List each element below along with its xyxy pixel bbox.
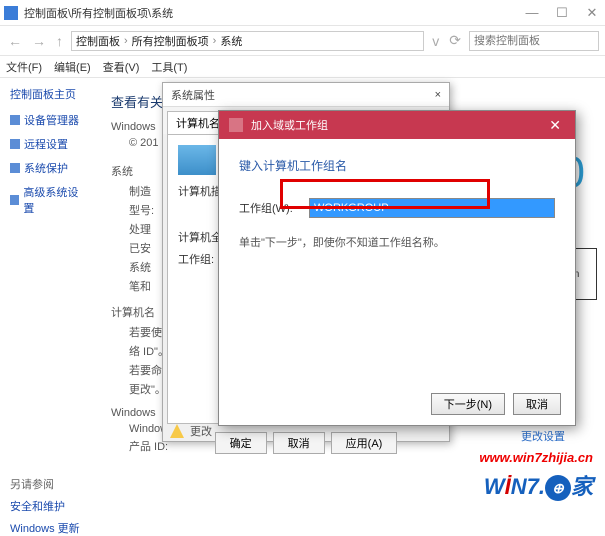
join-dialog-title: 加入域或工作组 <box>251 117 328 133</box>
logo-badge-icon: ⊕ <box>545 475 571 501</box>
dialog-titlebar: 系统属性 × <box>163 83 449 107</box>
sidebar: 控制面板主页 设备管理器 远程设置 系统保护 高级系统设置 另请参阅 安全和维护… <box>0 78 95 508</box>
up-button[interactable]: ↑ <box>54 33 65 49</box>
window-title: 控制面板\所有控制面板项\系统 <box>24 5 523 21</box>
also-security[interactable]: 安全和维护 <box>10 498 85 514</box>
join-dialog-heading: 键入计算机工作组名 <box>239 157 555 174</box>
watermark-url: www.win7zhijia.cn <box>479 450 593 465</box>
sidebar-item-label: 设备管理器 <box>24 112 79 128</box>
sidebar-item-label: 高级系统设置 <box>23 184 85 216</box>
app-icon <box>4 6 18 20</box>
sidebar-item-label: 远程设置 <box>24 136 68 152</box>
join-dialog-hint: 单击"下一步"，即使你不知道工作组名称。 <box>239 234 555 250</box>
sidebar-item-label: 系统保护 <box>24 160 68 176</box>
menu-edit[interactable]: 编辑(E) <box>54 59 91 75</box>
join-dialog-close-button[interactable]: ✕ <box>545 117 565 134</box>
breadcrumb-item[interactable]: 所有控制面板项 <box>132 33 209 49</box>
change-settings-link[interactable]: 更改设置 <box>521 428 565 444</box>
menu-view[interactable]: 查看(V) <box>103 59 140 75</box>
join-dialog-buttons: 下一步(N) 取消 <box>431 393 561 415</box>
ok-button[interactable]: 确定 <box>215 432 267 454</box>
join-dialog-titlebar: 加入域或工作组 ✕ <box>219 111 575 139</box>
window-titlebar: 控制面板\所有控制面板项\系统 — ☐ ✕ <box>0 0 605 26</box>
computer-icon <box>178 145 216 175</box>
close-button[interactable]: ✕ <box>583 5 601 21</box>
menubar: 文件(F) 编辑(E) 查看(V) 工具(T) <box>0 56 605 78</box>
maximize-button[interactable]: ☐ <box>553 5 571 21</box>
cancel-button[interactable]: 取消 <box>513 393 561 415</box>
breadcrumb-item[interactable]: 控制面板 <box>76 33 120 49</box>
navbar: ← → ↑ 控制面板› 所有控制面板项› 系统 v ⟳ <box>0 26 605 56</box>
breadcrumb-item[interactable]: 系统 <box>220 33 242 49</box>
forward-button[interactable]: → <box>30 33 48 49</box>
menu-file[interactable]: 文件(F) <box>6 59 42 75</box>
warning-row: 更改 <box>170 423 212 439</box>
cancel-button[interactable]: 取消 <box>273 432 325 454</box>
dialog-title: 系统属性 <box>171 87 215 103</box>
workgroup-input[interactable] <box>309 198 555 218</box>
apply-button[interactable]: 应用(A) <box>331 432 398 454</box>
warning-text: 更改 <box>190 423 212 439</box>
breadcrumb[interactable]: 控制面板› 所有控制面板项› 系统 <box>71 31 424 51</box>
join-workgroup-dialog: 加入域或工作组 ✕ 键入计算机工作组名 工作组(W): 单击"下一步"，即使你不… <box>218 110 576 426</box>
join-dialog-body: 键入计算机工作组名 工作组(W): 单击"下一步"，即使你不知道工作组名称。 <box>219 139 575 268</box>
sidebar-item-advanced[interactable]: 高级系统设置 <box>10 184 85 216</box>
remote-icon <box>10 139 20 149</box>
sidebar-item-remote[interactable]: 远程设置 <box>10 136 85 152</box>
also-section: 另请参阅 安全和维护 Windows 更新 <box>10 476 85 536</box>
site-logo: WİN7.⊕家 <box>484 469 593 501</box>
refresh-button[interactable]: ⟳ <box>447 32 463 49</box>
also-header: 另请参阅 <box>10 476 85 492</box>
back-button[interactable]: ← <box>6 33 24 49</box>
sidebar-item-device-manager[interactable]: 设备管理器 <box>10 112 85 128</box>
sidebar-item-protection[interactable]: 系统保护 <box>10 160 85 176</box>
menu-tools[interactable]: 工具(T) <box>151 59 187 75</box>
device-icon <box>10 115 20 125</box>
breadcrumb-dropdown[interactable]: v <box>430 33 441 49</box>
sidebar-home[interactable]: 控制面板主页 <box>10 86 85 102</box>
workgroup-field-row: 工作组(W): <box>239 198 555 218</box>
wizard-icon <box>229 118 243 132</box>
search-input[interactable] <box>469 31 599 51</box>
warning-icon <box>170 424 184 438</box>
shield-icon <box>10 163 20 173</box>
workgroup-field-label: 工作组(W): <box>239 200 299 216</box>
also-windows-update[interactable]: Windows 更新 <box>10 520 85 536</box>
next-button[interactable]: 下一步(N) <box>431 393 505 415</box>
minimize-button[interactable]: — <box>523 5 541 21</box>
dialog-close-button[interactable]: × <box>435 89 441 101</box>
gear-icon <box>10 195 19 205</box>
